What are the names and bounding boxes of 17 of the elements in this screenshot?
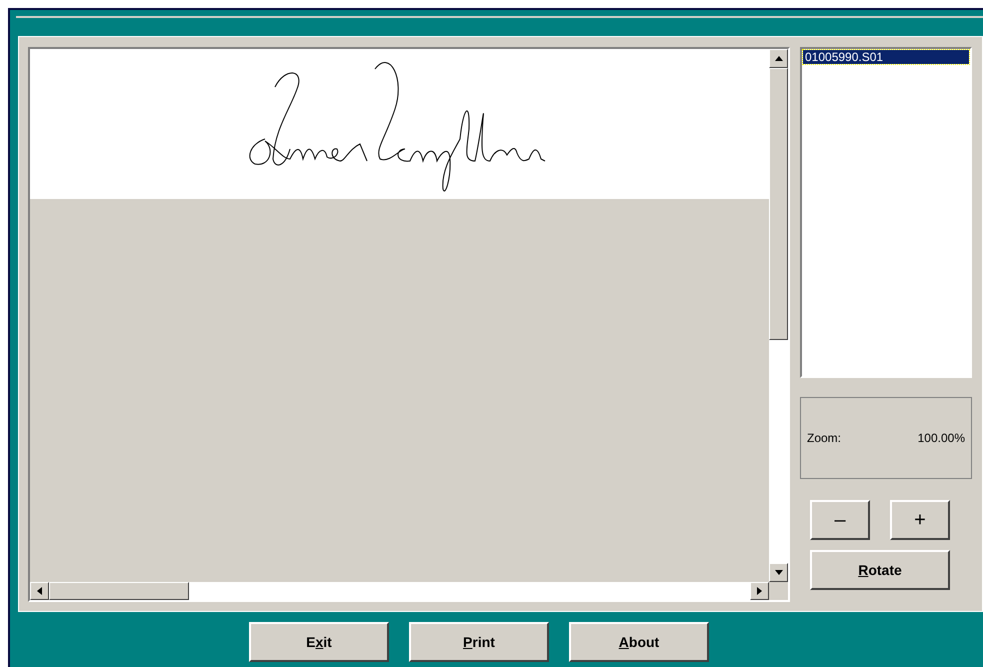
scroll-up-icon[interactable] [769,49,788,68]
scroll-right-icon[interactable] [750,582,769,600]
zoom-value: 100.00% [918,431,965,445]
scroll-down-icon[interactable] [769,563,788,582]
zoom-in-button[interactable]: + [890,500,950,540]
file-list-item[interactable]: 01005990.S01 [803,50,969,64]
scroll-left-icon[interactable] [30,582,49,600]
action-button[interactable]: Exit [249,622,389,662]
scroll-thumb[interactable] [49,582,189,600]
zoom-label: Zoom: [807,431,842,445]
scroll-thumb[interactable] [769,68,788,340]
action-button[interactable]: Print [409,622,549,662]
zoom-out-button[interactable]: – [810,500,870,540]
action-button[interactable]: About [569,622,709,662]
horizontal-scrollbar[interactable] [30,582,769,600]
rotate-button[interactable]: Rotate [810,550,950,590]
vertical-scrollbar[interactable] [769,49,788,582]
